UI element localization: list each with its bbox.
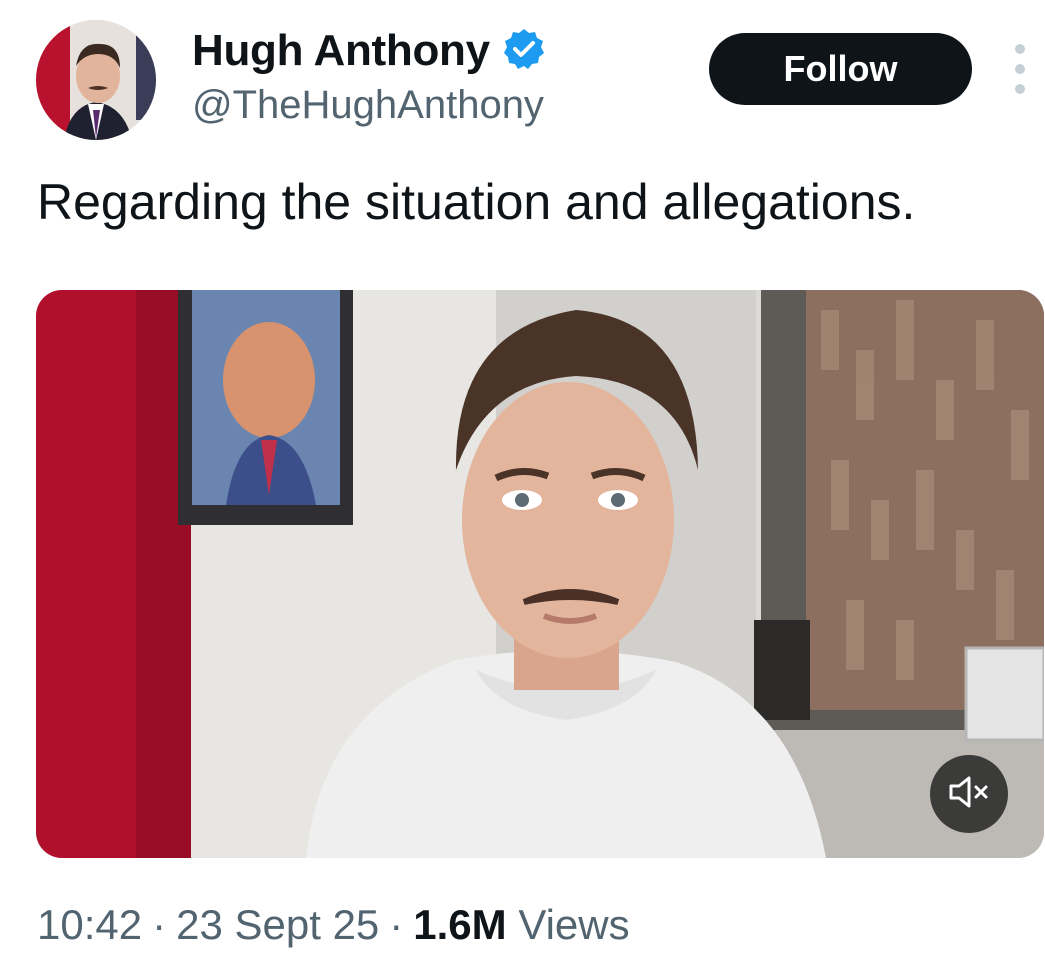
meta-separator: · — [389, 901, 404, 948]
video-player[interactable] — [36, 290, 1044, 858]
views-label[interactable]: Views — [518, 901, 629, 948]
more-dot — [1015, 44, 1025, 54]
author-display-name[interactable]: Hugh Anthony — [192, 26, 490, 76]
video-frame — [36, 290, 1044, 858]
follow-button[interactable]: Follow — [709, 33, 972, 105]
more-dot — [1015, 84, 1025, 94]
views-count[interactable]: 1.6M — [413, 901, 506, 948]
mute-toggle-button[interactable] — [930, 755, 1008, 833]
author-avatar[interactable] — [36, 20, 156, 140]
speaker-muted-icon — [949, 774, 989, 815]
tweet-meta: 10:42 · 23 Sept 25 · 1.6M Views — [37, 900, 630, 950]
meta-separator: · — [152, 901, 167, 948]
verified-badge-icon — [502, 27, 546, 76]
more-dot — [1015, 64, 1025, 74]
tweet-date[interactable]: 23 Sept 25 — [176, 901, 379, 948]
author-handle[interactable]: @TheHughAnthony — [192, 82, 544, 128]
tweet-time[interactable]: 10:42 — [37, 901, 142, 948]
more-vertical-icon[interactable] — [1004, 44, 1036, 94]
tweet-text: Regarding the situation and allegations. — [37, 174, 916, 230]
author-name-row[interactable]: Hugh Anthony — [192, 26, 546, 76]
